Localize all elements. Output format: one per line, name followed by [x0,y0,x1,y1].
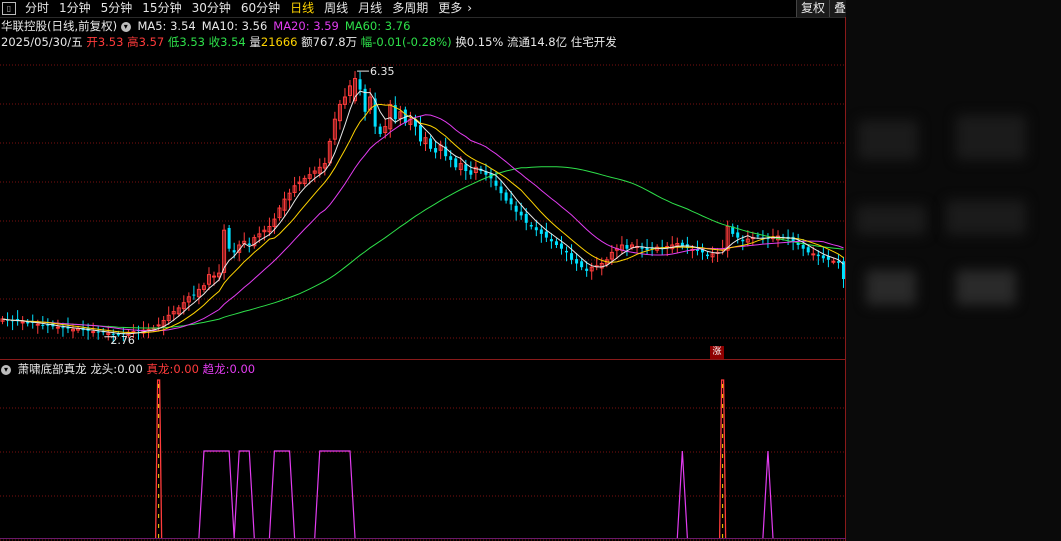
candle-body [494,180,498,186]
high-price-label: 6.35 [370,65,395,78]
candle-body [580,261,584,268]
low-price-label: 2.76 [110,334,135,347]
candle-body [464,164,468,171]
candle-body [575,259,579,264]
candle-body [247,243,251,245]
longtou-label: 龙头: [90,362,118,376]
candle-body [514,205,518,212]
candle-body [539,229,543,234]
indicator-header: ▾ 萧啸底部真龙 龙头:0.00 真龙:0.00 趋龙:0.00 [1,361,255,377]
candle-body [816,254,820,257]
candle-body [706,254,710,257]
qulong-plateau [314,450,356,539]
qulong-plateau [198,450,235,539]
candle-body [509,198,513,205]
limit-up-badge: 涨 [710,346,724,359]
candle-body [156,324,161,327]
candle-body [192,294,196,296]
candle-body [554,241,558,245]
candle-body [559,243,563,249]
candle-body [806,247,810,253]
candle-body [524,213,528,223]
candle-body [570,253,574,260]
candle-body [35,323,40,326]
qulong-label: 趋龙: [202,362,230,376]
candle-body [625,245,629,249]
candle-body [811,253,816,256]
candle-body [565,250,569,253]
kline-chart[interactable]: 6.35 2.76 [0,0,846,541]
candle-body [736,232,740,238]
ma5-line [2,90,844,335]
candle-body [469,170,473,175]
candle-body [41,324,45,326]
candle-body [227,227,231,249]
candle-body [96,331,100,333]
candle-body [549,239,553,242]
candle-body [212,275,217,278]
candle-body [91,331,96,334]
qulong-plateau [233,450,255,539]
candle-body [454,158,458,168]
candle-body [449,156,453,160]
candle-body [378,126,382,134]
candle-body [499,186,503,194]
candle-body [821,255,825,259]
candle-body [429,138,433,149]
candle-body [418,125,422,142]
right-panel-blurred [846,0,1061,541]
qulong-spike [676,450,688,539]
candle-body [55,326,60,329]
candle-body [434,148,438,153]
candle-body [756,235,760,237]
candle-body [529,225,533,227]
zhenlong-value: 0.00 [173,362,199,376]
ma60-line [2,166,844,329]
ma10-line [2,103,844,334]
qulong-value: 0.00 [229,362,256,376]
candle-body [741,239,745,242]
qulong-spike [762,450,774,539]
indicator-name: 萧啸底部真龙 [17,362,87,376]
candle-body [544,231,548,238]
zhenlong-label: 真龙: [146,362,174,376]
indicator-dropdown-icon[interactable]: ▾ [1,364,11,375]
candle-body [585,268,589,271]
candle-body [61,327,65,329]
candle-body [836,261,840,263]
candle-body [801,245,805,249]
qulong-plateau [268,450,296,539]
candle-body [534,227,538,231]
candle-body [20,321,25,324]
candle-body [232,250,236,253]
longtou-value: 0.00 [117,362,143,376]
candle-body [504,192,508,201]
candle-body [831,260,836,263]
candle-body [358,79,362,90]
candle-body [519,211,523,216]
